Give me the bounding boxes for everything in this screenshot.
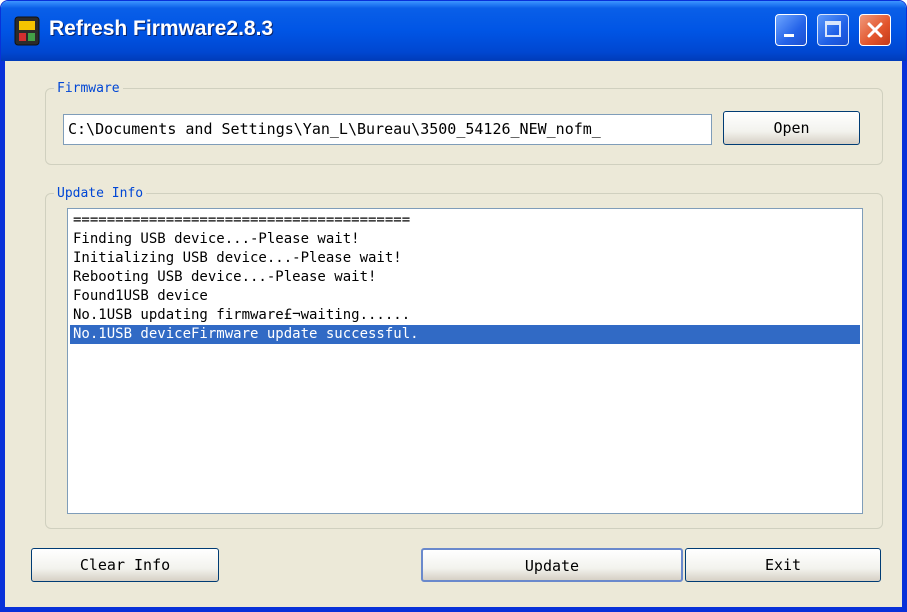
log-line[interactable]: Found1USB device [70, 287, 860, 306]
window-frame-bottom [1, 607, 906, 611]
exit-button[interactable]: Exit [685, 548, 881, 582]
mp3-player-icon [14, 16, 40, 46]
log-line[interactable]: Initializing USB device...-Please wait! [70, 249, 860, 268]
log-line[interactable]: Finding USB device...-Please wait! [70, 230, 860, 249]
minimize-button[interactable] [775, 14, 807, 46]
window-frame-left [1, 61, 5, 611]
open-button[interactable]: Open [723, 111, 860, 145]
window-frame-right [902, 61, 906, 611]
maximize-icon [825, 21, 841, 37]
title-bar[interactable]: Refresh Firmware2.8.3 [1, 1, 906, 61]
update-log-list[interactable]: ========================================… [67, 208, 863, 514]
log-line[interactable]: ======================================== [70, 211, 860, 230]
close-icon [867, 22, 883, 38]
minimize-icon [784, 34, 794, 37]
close-button[interactable] [859, 14, 891, 46]
log-line[interactable]: Rebooting USB device...-Please wait! [70, 268, 860, 287]
log-line[interactable]: No.1USB deviceFirmware update successful… [70, 325, 860, 344]
app-window: Refresh Firmware2.8.3 Firmware C:\Docume… [0, 0, 907, 612]
update-info-legend: Update Info [57, 186, 144, 201]
log-line[interactable]: No.1USB updating firmware£¬waiting...... [70, 306, 860, 325]
maximize-button[interactable] [817, 14, 849, 46]
update-button[interactable]: Update [421, 548, 683, 582]
firmware-legend: Firmware [57, 81, 120, 96]
window-title: Refresh Firmware2.8.3 [49, 17, 274, 40]
firmware-path-field[interactable]: C:\Documents and Settings\Yan_L\Bureau\3… [63, 114, 712, 145]
dialog-body: Firmware C:\Documents and Settings\Yan_L… [5, 61, 902, 607]
clear-info-button[interactable]: Clear Info [31, 548, 219, 582]
